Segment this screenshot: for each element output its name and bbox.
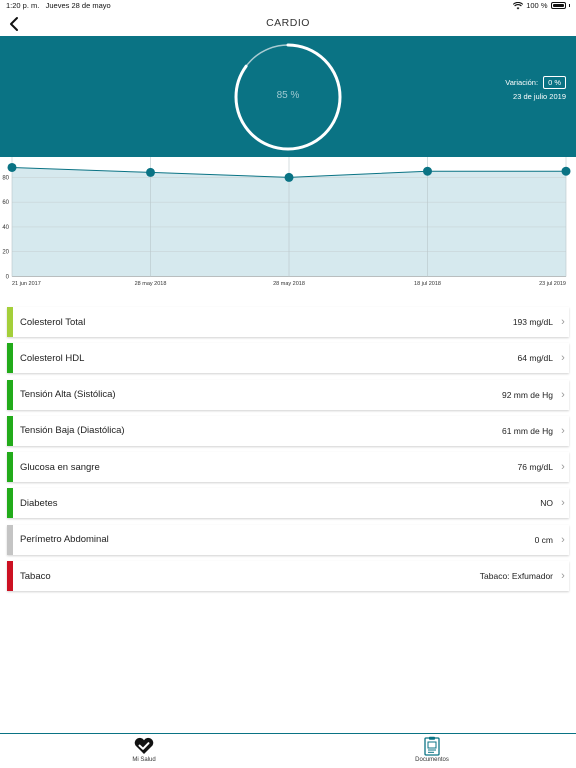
metric-name: Diabetes: [20, 497, 58, 509]
x-tick-label: 28 may 2018: [135, 281, 167, 287]
metric-value: 193 mg/dL: [512, 317, 553, 327]
score-percent: 85 %: [276, 90, 300, 101]
metric-row[interactable]: Diabetes NO ›: [7, 488, 569, 519]
chevron-right-icon: ›: [561, 316, 565, 328]
status-bar: 1:20 p. m. Jueves 28 de mayo 100 %: [0, 0, 576, 12]
metric-row[interactable]: Glucosa en sangre 76 mg/dL ›: [7, 452, 569, 483]
chevron-right-icon: ›: [561, 388, 565, 401]
metric-row[interactable]: Tensión Baja (Diastólica) 61 mm de Hg ›: [7, 415, 569, 446]
chevron-right-icon: ›: [561, 533, 565, 546]
battery-icon: [550, 2, 566, 9]
metric-value: 61 mm de Hg: [501, 425, 553, 436]
status-date: Jueves 28 de mayo: [45, 1, 111, 10]
metric-value: NO: [540, 498, 553, 509]
metric-name: Tabaco: [20, 570, 51, 582]
x-tick-label: 23 jul 2019: [539, 281, 566, 287]
score-header: 85 % Variación: 0 % 23 de julio 2019: [0, 36, 576, 157]
metric-value: Tabaco: Exfumador: [479, 571, 553, 582]
y-tick-label: 0: [6, 275, 10, 281]
variation: Variación: 0 %: [505, 76, 566, 89]
metric-name: Colesterol Total: [20, 316, 86, 328]
metric-row[interactable]: Colesterol HDL 64 mg/dL ›: [7, 343, 569, 374]
y-tick-label: 40: [2, 225, 9, 231]
chart-point: [561, 166, 571, 176]
metric-value: 64 mg/dL: [517, 353, 553, 364]
metric-name: Glucosa en sangre: [20, 461, 100, 473]
status-time: 1:20 p. m.: [6, 1, 40, 10]
chevron-right-icon: ›: [561, 352, 565, 365]
variation-label: Variación:: [505, 78, 539, 87]
metric-name: Colesterol HDL: [20, 352, 85, 364]
chevron-right-icon: ›: [561, 497, 565, 510]
tab-documentos[interactable]: Documentos: [382, 736, 482, 763]
y-tick-label: 20: [2, 250, 9, 256]
tab-mi-salud[interactable]: Mi Salud: [94, 736, 194, 763]
chart-point: [284, 172, 294, 182]
status-time-date: 1:20 p. m. Jueves 28 de mayo: [6, 1, 111, 10]
metric-name: Tensión Alta (Sistólica): [20, 389, 116, 401]
metric-row[interactable]: Tensión Alta (Sistólica) 92 mm de Hg ›: [7, 379, 569, 410]
history-chart: 0 20 40 60 80 21 jun 2017 28 may 2018 28 may 20…: [2, 157, 571, 287]
chevron-right-icon: ›: [561, 570, 565, 583]
wifi-icon: [513, 1, 524, 9]
tab-documentos-label: Documentos: [415, 757, 449, 763]
metric-value: 0 cm: [534, 534, 553, 545]
variation-badge: 0 %: [543, 76, 566, 89]
metric-name: Perímetro Abdominal: [20, 534, 109, 546]
status-right: 100 %: [513, 1, 570, 10]
score-date: 23 de julio 2019: [513, 92, 566, 101]
metric-row[interactable]: Colesterol Total 193 mg/dL ›: [7, 307, 569, 337]
x-tick-label: 28 may 2018: [273, 281, 305, 287]
chart-point: [423, 166, 432, 176]
chevron-right-icon: ›: [561, 461, 565, 474]
nav-bar: CARDIO: [0, 12, 576, 36]
battery-percent: 100 %: [526, 1, 548, 10]
heart-check-icon: [134, 737, 154, 754]
metric-value: 92 mm de Hg: [501, 389, 553, 400]
y-tick-label: 60: [2, 200, 9, 206]
battery-tip: [568, 4, 570, 7]
y-tick-label: 80: [2, 175, 9, 181]
chevron-right-icon: ›: [561, 424, 565, 437]
tab-mi-salud-label: Mi Salud: [132, 757, 156, 763]
x-tick-label: 21 jun 2017: [12, 281, 41, 287]
metric-row[interactable]: Perímetro Abdominal 0 cm ›: [7, 524, 569, 555]
metric-value: 76 mg/dL: [517, 462, 553, 473]
clipboard-icon: [424, 736, 440, 756]
page-title: CARDIO: [266, 17, 310, 29]
metric-row[interactable]: Tabaco Tabaco: Exfumador ›: [7, 561, 569, 592]
tab-bar: Mi Salud Documentos: [0, 733, 576, 768]
chart-point: [7, 162, 17, 172]
metrics-list: Colesterol Total 193 mg/dL › Colesterol HDL…: [7, 307, 569, 597]
chart-point: [146, 167, 155, 177]
metric-name: Tensión Baja (Diastólica): [20, 425, 125, 437]
x-tick-label: 18 jul 2018: [414, 281, 441, 287]
